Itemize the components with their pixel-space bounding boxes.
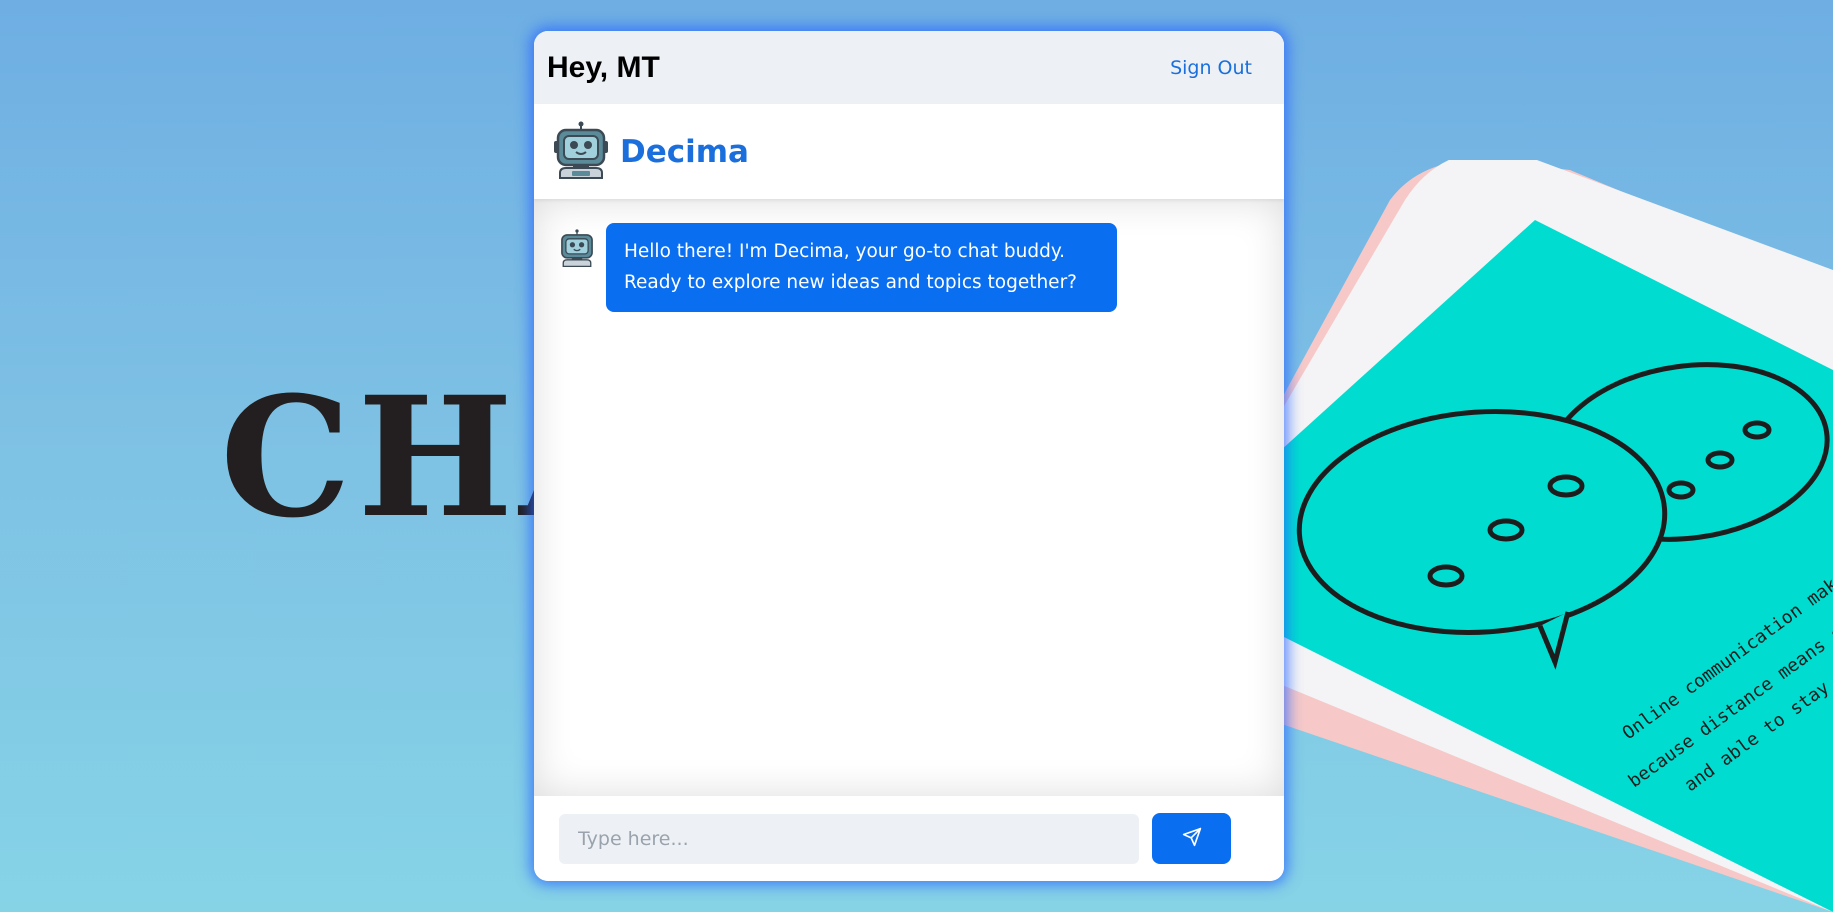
bot-name: Decima (620, 133, 749, 170)
sign-out-button[interactable]: Sign Out (1170, 57, 1252, 79)
bot-header: Decima (534, 104, 1284, 199)
send-button[interactable] (1152, 813, 1231, 864)
phone-illustration: Online communication makes li because di… (1270, 160, 1833, 912)
message-row: Hello there! I'm Decima, your go-to chat… (558, 223, 1260, 312)
message-list[interactable]: Hello there! I'm Decima, your go-to chat… (534, 199, 1284, 796)
top-bar: Hey, MT Sign Out (534, 31, 1284, 104)
composer (534, 796, 1284, 881)
paper-plane-icon (1182, 827, 1202, 850)
greeting: Hey, MT (547, 50, 660, 84)
robot-icon (552, 121, 610, 183)
message-input[interactable] (559, 813, 1139, 864)
robot-icon (558, 229, 596, 267)
message-bubble: Hello there! I'm Decima, your go-to chat… (606, 223, 1117, 312)
chat-window: Hey, MT Sign Out Decima Hello there! I'm… (534, 31, 1284, 881)
